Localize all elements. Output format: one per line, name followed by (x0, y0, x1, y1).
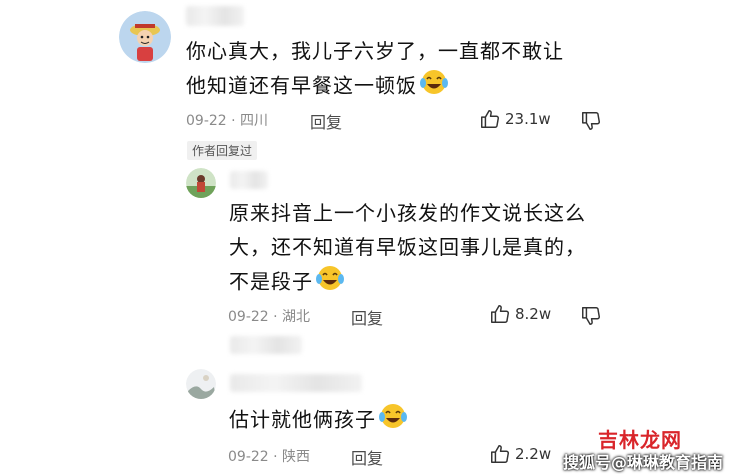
reply-name-blurred[interactable] (230, 374, 362, 392)
comment-date: 09-22 (186, 113, 227, 129)
thumbs-up-icon (479, 108, 501, 130)
comment-line: 你心真大，我儿子六岁了，一直都不敢让 (186, 39, 564, 63)
reply-meta: 09-22 · 湖北 (228, 306, 310, 326)
reply-line-text: 估计就他俩孩子 (229, 407, 376, 432)
source-watermark: 搜狐号@琳琳教育指南 (563, 453, 724, 472)
reply-button[interactable]: 回复 (310, 109, 342, 133)
thumbs-up-icon (489, 303, 511, 325)
meta-separator: · (231, 113, 236, 129)
laughing-crying-emoji-icon (378, 402, 408, 440)
comment-line-text: 他知道还有早餐这一顿饭 (186, 73, 417, 98)
like-button[interactable]: 2.2w (489, 443, 551, 465)
comment-body: 你心真大，我儿子六岁了，一直都不敢让 他知道还有早餐这一顿饭 (186, 34, 564, 106)
thumbs-down-icon[interactable] (580, 305, 602, 327)
comment-line: 他知道还有早餐这一顿饭 (186, 68, 564, 106)
reply-line: 不是段子 (229, 264, 586, 302)
author-replied-tag: 作者回复过 (187, 141, 258, 160)
like-button[interactable]: 23.1w (479, 108, 551, 130)
reply-line: 估计就他俩孩子 (229, 402, 408, 440)
reply-line: 大，还不知道有早饭这回事儿是真的， (229, 235, 586, 259)
laughing-crying-emoji-icon (419, 68, 449, 106)
reply-context-blurred (230, 336, 302, 354)
reply-line-text: 不是段子 (229, 269, 313, 294)
avatar-image (119, 11, 171, 63)
reply-name-blurred[interactable] (230, 171, 268, 189)
thumbs-down-icon[interactable] (580, 110, 602, 132)
meta-separator: · (273, 449, 278, 465)
like-button[interactable]: 8.2w (489, 303, 551, 325)
reply-avatar[interactable] (186, 168, 216, 198)
comment-location: 四川 (240, 113, 269, 129)
meta-separator: · (273, 309, 278, 325)
like-count: 23.1w (505, 110, 551, 128)
commenter-avatar[interactable] (119, 11, 171, 63)
comment-meta: 09-22 · 四川 (186, 110, 268, 130)
thumbs-up-icon (489, 443, 511, 465)
reply-avatar[interactable] (186, 369, 216, 399)
laughing-crying-emoji-icon (315, 264, 345, 302)
reply-location: 陕西 (282, 449, 311, 465)
commenter-name-blurred[interactable] (186, 6, 244, 26)
like-count: 8.2w (515, 305, 552, 323)
avatar-image (186, 369, 216, 399)
reply-button[interactable]: 回复 (351, 305, 383, 329)
reply-line: 原来抖音上一个小孩发的作文说长这么 (229, 201, 586, 225)
like-count: 2.2w (515, 445, 552, 463)
reply-date: 09-22 (228, 309, 269, 325)
reply-body: 估计就他俩孩子 (229, 402, 408, 440)
reply-date: 09-22 (228, 449, 269, 465)
reply-location: 湖北 (282, 309, 311, 325)
reply-button[interactable]: 回复 (351, 445, 383, 469)
reply-meta: 09-22 · 陕西 (228, 446, 310, 466)
reply-body: 原来抖音上一个小孩发的作文说长这么 大，还不知道有早饭这回事儿是真的， 不是段子 (229, 196, 586, 302)
avatar-image (186, 168, 216, 198)
